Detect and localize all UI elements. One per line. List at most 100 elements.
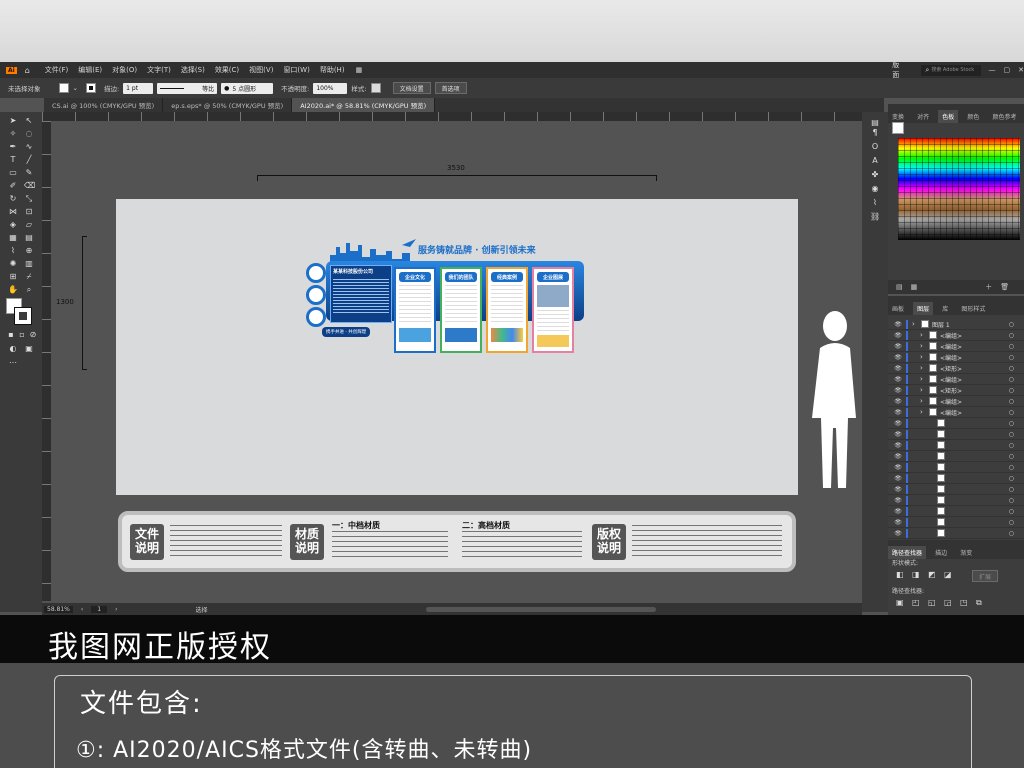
opentype-icon[interactable]: O xyxy=(870,142,880,152)
lasso-icon[interactable]: ◌ xyxy=(24,129,34,139)
layer-row[interactable]: 👁 ○ xyxy=(888,506,1024,517)
expand-arrow-icon[interactable]: › xyxy=(920,331,926,339)
blend-icon[interactable]: ⊕ xyxy=(24,246,34,256)
minus-front-icon[interactable]: ◨ xyxy=(912,570,920,579)
layer-target-icon[interactable]: ○ xyxy=(1009,442,1014,449)
expand-arrow-icon[interactable]: › xyxy=(920,397,926,405)
culture-wall[interactable]: 服务铸就品牌 · 创新引领未来 某某科技股份公司 携手并进 · 共创辉煌 企业文… xyxy=(306,237,586,357)
menu-item-object[interactable]: 对象(O) xyxy=(107,65,142,75)
layer-target-icon[interactable]: ○ xyxy=(1009,321,1014,328)
opacity-input[interactable]: 100% xyxy=(313,82,348,94)
links-icon[interactable]: ⛓ xyxy=(870,212,880,222)
paragraph-icon[interactable]: ¶ xyxy=(870,128,880,138)
layer-row[interactable]: 👁 ○ xyxy=(888,473,1024,484)
unite-icon[interactable]: ◧ xyxy=(896,570,904,579)
menu-item-edit[interactable]: 编辑(E) xyxy=(73,65,107,75)
visibility-eye-icon[interactable]: 👁 xyxy=(890,519,906,526)
divide-icon[interactable]: ▣ xyxy=(896,598,904,607)
rotate-icon[interactable]: ↻ xyxy=(8,194,18,204)
tab-eps[interactable]: ep.s.eps* @ 50% (CMYK/GPU 预览) xyxy=(163,98,293,112)
layer-row[interactable]: 👁 ○ xyxy=(888,462,1024,473)
tab-stroke[interactable]: 描边 xyxy=(931,546,951,559)
visibility-eye-icon[interactable]: 👁 xyxy=(890,398,906,405)
curvature-icon[interactable]: ∿ xyxy=(24,142,34,152)
minus-back-icon[interactable]: ⧉ xyxy=(976,598,982,608)
type-icon[interactable]: T xyxy=(8,155,18,165)
preferences-button[interactable]: 首选项 xyxy=(434,82,467,94)
more-tools-icon[interactable]: ⋯ xyxy=(8,358,18,368)
home-icon[interactable]: ⌂ xyxy=(25,66,30,75)
layer-target-icon[interactable]: ○ xyxy=(1009,431,1014,438)
layer-row[interactable]: 👁 › <编组> ○ xyxy=(888,352,1024,363)
layer-target-icon[interactable]: ○ xyxy=(1009,486,1014,493)
layer-row[interactable]: 👁 ○ xyxy=(888,484,1024,495)
horizontal-scrollbar[interactable] xyxy=(425,606,656,612)
zoom-level[interactable]: 58.81% xyxy=(44,605,73,613)
exclude-icon[interactable]: ◪ xyxy=(944,570,952,579)
character-icon[interactable]: A xyxy=(870,156,880,166)
chevron-down-icon[interactable]: ⌄ xyxy=(73,84,78,92)
layer-row[interactable]: 👁 › <编组> ○ xyxy=(888,407,1024,418)
menu-item-window[interactable]: 窗口(W) xyxy=(278,65,314,75)
symbol-sprayer-icon[interactable]: ✺ xyxy=(8,259,18,269)
stroke-weight-input[interactable]: 1 pt xyxy=(123,82,154,94)
expand-arrow-icon[interactable]: › xyxy=(920,364,926,372)
expand-arrow-icon[interactable]: › xyxy=(920,375,926,383)
layer-target-icon[interactable]: ○ xyxy=(1009,387,1014,394)
visibility-eye-icon[interactable]: 👁 xyxy=(890,508,906,515)
hand-icon[interactable]: ✋ xyxy=(8,285,18,295)
perspective-icon[interactable]: ▱ xyxy=(24,220,34,230)
fill-swatch[interactable] xyxy=(58,83,69,93)
expand-arrow-icon[interactable]: › xyxy=(912,320,918,328)
rectangle-icon[interactable]: ▭ xyxy=(8,168,18,178)
visibility-eye-icon[interactable]: 👁 xyxy=(890,431,906,438)
pen-icon[interactable]: ✒ xyxy=(8,142,18,152)
intersect-icon[interactable]: ◩ xyxy=(928,570,936,579)
layer-target-icon[interactable]: ○ xyxy=(1009,409,1014,416)
visibility-eye-icon[interactable]: 👁 xyxy=(890,409,906,416)
tab-graphic-styles[interactable]: 图形样式 xyxy=(957,302,989,315)
layer-target-icon[interactable]: ○ xyxy=(1009,365,1014,372)
layer-row[interactable]: 👁 ○ xyxy=(888,451,1024,462)
artboard-number[interactable]: 1 xyxy=(91,605,108,613)
delete-swatch-icon[interactable]: 🗑 xyxy=(1000,283,1009,291)
expand-arrow-icon[interactable]: › xyxy=(920,342,926,350)
stroke-swatch[interactable] xyxy=(85,83,96,93)
layer-row[interactable]: 👁 › <矩形> ○ xyxy=(888,385,1024,396)
visibility-eye-icon[interactable]: 👁 xyxy=(890,420,906,427)
style-swatch[interactable] xyxy=(370,83,381,93)
shape-builder-icon[interactable]: ◈ xyxy=(8,220,18,230)
menu-item-type[interactable]: 文字(T) xyxy=(142,65,176,75)
line-icon[interactable]: ╱ xyxy=(24,155,34,165)
layer-row[interactable]: 👁 ○ xyxy=(888,517,1024,528)
doc-settings-button[interactable]: 文档设置 xyxy=(392,82,431,94)
next-artboard-icon[interactable]: › xyxy=(115,606,117,613)
layer-row[interactable]: 👁 ○ xyxy=(888,528,1024,539)
tab-gradient[interactable]: 渐变 xyxy=(956,546,976,559)
outline-icon[interactable]: ◳ xyxy=(960,598,968,607)
tab-align[interactable]: 对齐 xyxy=(913,110,933,123)
tab-libraries[interactable]: 库 xyxy=(938,302,952,315)
visibility-eye-icon[interactable]: 👁 xyxy=(890,332,906,339)
artboard[interactable]: 服务铸就品牌 · 创新引领未来 某某科技股份公司 携手并进 · 共创辉煌 企业文… xyxy=(116,199,798,495)
tab-swatches[interactable]: 色板 xyxy=(938,110,959,123)
tab-artboards[interactable]: 画板 xyxy=(888,302,908,315)
layer-row[interactable]: 👁 ○ xyxy=(888,440,1024,451)
swatch-kinds-icon[interactable]: ▦ xyxy=(911,283,918,291)
gradient-mode-icon[interactable]: ▫ xyxy=(17,330,27,340)
menu-item-select[interactable]: 选择(S) xyxy=(176,65,210,75)
layer-target-icon[interactable]: ○ xyxy=(1009,453,1014,460)
layer-target-icon[interactable]: ○ xyxy=(1009,464,1014,471)
tab-color-guide[interactable]: 颜色参考 xyxy=(988,110,1020,123)
variable-width-profile[interactable]: 等比 xyxy=(157,82,218,94)
crop-icon[interactable]: ◲ xyxy=(944,598,952,607)
visibility-eye-icon[interactable]: 👁 xyxy=(890,464,906,471)
minimize-icon[interactable]: — xyxy=(989,66,996,74)
layer-row[interactable]: 👁 › <编组> ○ xyxy=(888,341,1024,352)
visibility-eye-icon[interactable]: 👁 xyxy=(890,530,906,537)
swatch-grid[interactable] xyxy=(898,138,1020,240)
expand-arrow-icon[interactable]: › xyxy=(920,353,926,361)
none-mode-icon[interactable]: ⊘ xyxy=(28,330,38,340)
stroke-color-swatch[interactable] xyxy=(14,307,32,325)
brushes-icon[interactable]: ⌇ xyxy=(870,198,880,208)
